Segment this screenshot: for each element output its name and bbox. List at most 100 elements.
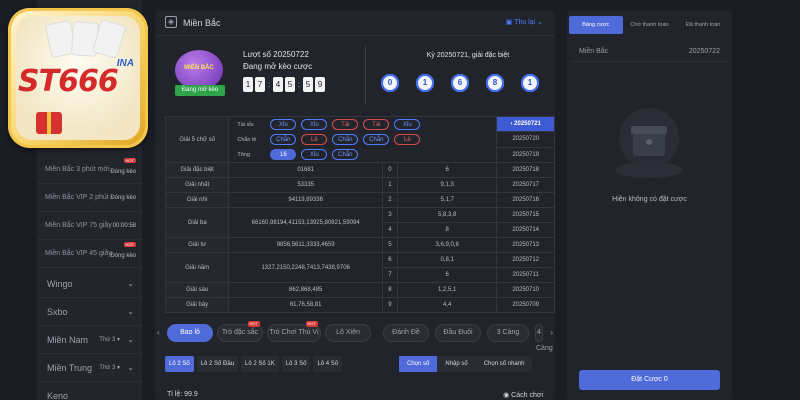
- subtab-bet-type[interactable]: Lô 2 Số: [165, 356, 194, 372]
- input-mode-button[interactable]: Nhập số: [437, 356, 476, 372]
- brand-logo[interactable]: ST666 INA: [8, 8, 148, 148]
- tab-bet-board[interactable]: Bảng cược: [569, 16, 623, 34]
- sidebar-group-sxbo[interactable]: Sxbo ⌄: [37, 298, 142, 326]
- chevron-right-icon[interactable]: ›: [550, 328, 553, 337]
- divider: [365, 46, 366, 104]
- stat-pill: Chẵn: [332, 134, 359, 145]
- date-cell[interactable]: 20250716: [496, 192, 555, 208]
- sidebar-item-label: Miền Bắc 3 phút mới: [45, 166, 110, 173]
- subtab-bet-type[interactable]: Lô 3 Số: [281, 356, 311, 372]
- date-cell[interactable]: 20250714: [496, 222, 555, 238]
- input-mode-tabs: Chọn số Nhập số Chọn số nhanh: [399, 356, 533, 372]
- tab-game-type[interactable]: 3 Càng: [487, 324, 529, 342]
- date-cell[interactable]: 20250709: [496, 297, 555, 313]
- subtab-bet-type[interactable]: Lô 4 Số: [313, 356, 343, 372]
- date-cell[interactable]: 20250710: [496, 282, 555, 298]
- digit-tails: 8: [396, 222, 498, 238]
- tab-game-type[interactable]: Trò đặc sắc HOT: [217, 321, 263, 342]
- empty-box-icon: [615, 108, 683, 178]
- stat-pill: 16: [270, 149, 297, 160]
- date-cell[interactable]: 20250715: [496, 207, 555, 223]
- bet-slip-tabs: Bảng cược Chờ thanh toán Đã thanh toán: [569, 16, 730, 34]
- sidebar-group-mien-trung[interactable]: Miền Trung Thứ 3 ▾ ⌄: [37, 354, 142, 382]
- input-mode-button[interactable]: Chọn số nhanh: [475, 356, 533, 372]
- tag-key: Tài xỉu: [237, 121, 254, 128]
- region-label: Miền Bắc: [579, 48, 609, 55]
- tab-label: Trò đặc sắc: [221, 329, 259, 336]
- info-icon: ◉: [503, 392, 510, 399]
- how-to-play-label: Cách chơi: [511, 392, 543, 399]
- game-tabs: ‹ Bao lô Trò đặc sắc HOT Trò Chơi Thú Vị HOT…: [155, 321, 555, 352]
- sidebar-group-wingo[interactable]: Wingo ⌄: [37, 270, 142, 298]
- stat-pill: Tài: [332, 119, 359, 130]
- table-row: Giải năm 1327,2150,2248,7413,7438,9706 6 0,…: [164, 252, 555, 283]
- date-cell[interactable]: 20250712: [496, 252, 555, 268]
- digit-index: 8: [382, 282, 398, 298]
- weekday-select[interactable]: Thứ 3 ▾: [99, 336, 120, 343]
- how-to-play-link[interactable]: ◉ Cách chơi: [503, 391, 543, 399]
- digit-tails: 5,8,3,8: [396, 207, 498, 223]
- tab-game-type[interactable]: Bao lô: [167, 324, 213, 342]
- hot-badge: HOT: [123, 242, 136, 247]
- last-draw-label: Kỳ 20250721, giải đặc biệt: [426, 52, 510, 59]
- row-value: 53335: [228, 177, 383, 193]
- sidebar-item-mb-vip-75s[interactable]: Miền Bắc VIP 75 giây 00:00:58: [37, 212, 142, 240]
- tab-game-type[interactable]: Đánh Đề: [383, 324, 429, 342]
- date-cell[interactable]: 20250718: [496, 162, 555, 178]
- tab-label: Trò Chơi Thú Vị: [269, 329, 319, 336]
- stat-pill: Chẵn: [270, 134, 297, 145]
- stat-pill: Xỉu: [301, 119, 328, 130]
- digit-tails: 1,2,5,1: [396, 282, 498, 298]
- ball-icon-label: MIỀN BẮC: [184, 65, 214, 71]
- date-cell-selected[interactable]: ‹ 20250721: [496, 115, 555, 133]
- digit-index: 4: [382, 222, 398, 238]
- tab-settled[interactable]: Đã thanh toán: [676, 16, 730, 34]
- bet-slip-header: Miền Bắc 20250722: [571, 44, 728, 62]
- timer-digit: 4: [273, 77, 283, 92]
- sidebar-item-mb-vip-45s[interactable]: Miền Bắc VIP 45 giây HOT Đóng kèo: [37, 240, 142, 268]
- digit-index: 2: [382, 192, 398, 208]
- sidebar-group-mien-nam[interactable]: Miền Nam Thứ 3 ▾ ⌄: [37, 326, 142, 354]
- chevron-down-icon: ⌄: [127, 279, 134, 288]
- timer-colon: :: [267, 80, 271, 89]
- row-name: Giải 5 chữ số: [164, 116, 230, 163]
- digit-index: 3: [382, 207, 398, 223]
- sidebar-group-label: Sxbo: [47, 306, 68, 317]
- results-table: Giải 5 chữ số Tài xỉu Xỉu Xỉu Tài Tài Xỉu Chẵn …: [164, 115, 555, 313]
- timer-digit: 1: [243, 77, 253, 92]
- sidebar-item-mb-vip-2min[interactable]: Miền Bắc VIP 2 phút Đóng kèo: [37, 184, 142, 212]
- tab-label: Bao lô: [180, 329, 200, 336]
- stat-pill: Lẻ: [394, 134, 421, 145]
- stat-pill: Xỉu: [301, 149, 328, 160]
- tab-game-type[interactable]: Đầu Đuôi: [435, 324, 481, 342]
- tag-cell: Tài xỉu Xỉu Xỉu Tài Tài Xỉu Chẵn lẻ Chẵn Lẻ Chẵn C…: [228, 116, 498, 163]
- panel-header: ◈ Miền Bắc ▣ Thu lại ⌄: [155, 10, 555, 36]
- row-value: 9856,5611,3333,4659: [228, 237, 383, 253]
- bet-type-tabs: Lô 2 Số Lô 2 Số Đầu Lô 2 Số 1K Lô 3 Số Lô 4 …: [165, 356, 343, 372]
- date-cell[interactable]: 20250711: [496, 267, 555, 283]
- chevron-left-icon[interactable]: ‹: [157, 328, 160, 337]
- weekday-select[interactable]: Thứ 3 ▾: [99, 364, 120, 371]
- table-row: Giải 5 chữ số Tài xỉu Xỉu Xỉu Tài Tài Xỉu Chẵn …: [164, 115, 555, 163]
- gift-icon: [36, 112, 62, 134]
- subtab-bet-type[interactable]: Lô 2 Số 1K: [241, 356, 279, 372]
- hot-badge: HOT: [305, 321, 318, 327]
- tab-game-type[interactable]: Trò Chơi Thú Vị HOT: [267, 321, 321, 342]
- result-ball: 0: [381, 74, 399, 92]
- input-mode-button[interactable]: Chọn số: [399, 356, 438, 372]
- date-cell[interactable]: 20250719: [496, 146, 555, 164]
- tag-row: Tài xỉu Xỉu Xỉu Tài Tài Xỉu: [229, 117, 496, 132]
- date-cell[interactable]: 20250717: [496, 177, 555, 193]
- subtab-bet-type[interactable]: Lô 2 Số Đầu: [196, 356, 239, 372]
- date-cell[interactable]: 20250720: [496, 131, 555, 148]
- tab-game-type[interactable]: 4 Càng: [535, 324, 553, 352]
- digit-index: 0: [382, 162, 398, 178]
- sidebar-item-mb-3min[interactable]: Miền Bắc 3 phút mới HOT Đóng kèo: [37, 156, 142, 184]
- place-bet-button[interactable]: Đặt Cược 0: [579, 370, 720, 390]
- sidebar-group-keno[interactable]: Keno: [37, 382, 142, 400]
- date-cell[interactable]: 20250713: [496, 237, 555, 253]
- tab-game-type[interactable]: Lô Xiên: [325, 324, 371, 342]
- collapse-label: Thu lại: [514, 19, 536, 26]
- collapse-button[interactable]: ▣ Thu lại ⌄: [506, 18, 543, 26]
- tab-pending[interactable]: Chờ thanh toán: [623, 16, 677, 34]
